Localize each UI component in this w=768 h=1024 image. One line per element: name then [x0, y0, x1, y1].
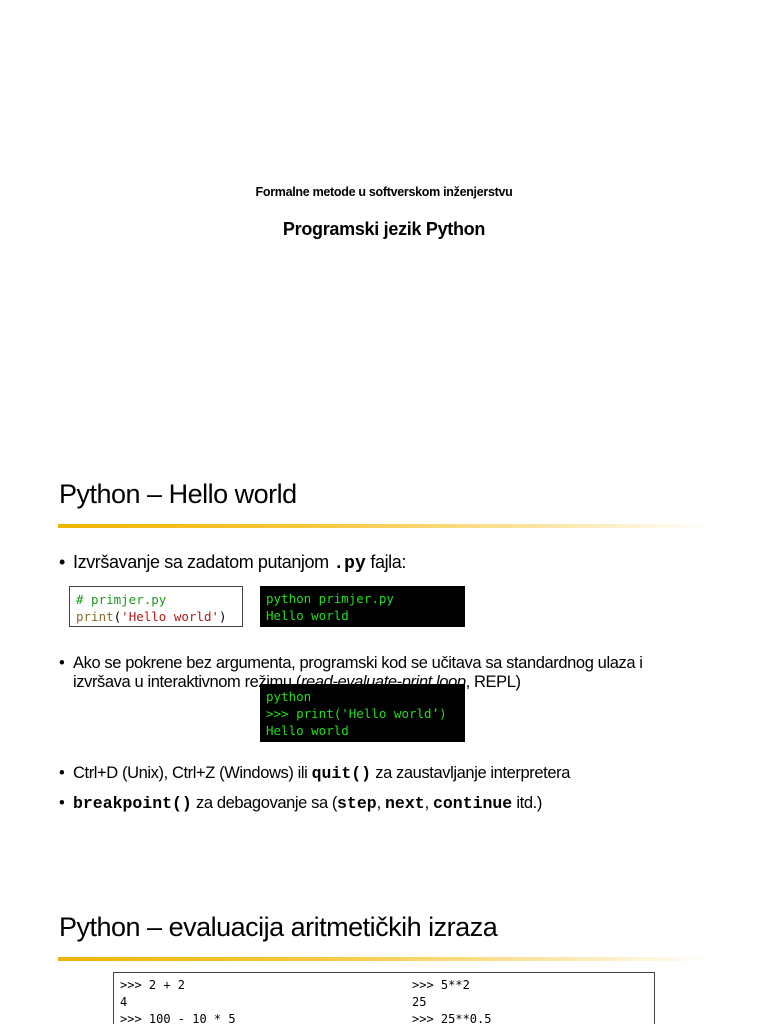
text: Izvršavanje sa zadatom putanjom	[73, 552, 334, 572]
code-string: 'Hello world'	[121, 609, 220, 624]
code-text: quit()	[311, 764, 372, 783]
terminal-repl: python >>> print('Hello world’) Hello wo…	[260, 684, 465, 742]
code-line: >>> 100 - 10 * 5	[120, 1012, 236, 1024]
code-line: 25	[412, 995, 427, 1009]
slides-page: Formalne metode u softverskom inženjerst…	[0, 0, 768, 1024]
code-text: continue	[433, 794, 513, 813]
code-text: .py	[333, 554, 366, 574]
terminal-line: >>> print('Hello world’)	[266, 706, 447, 721]
text: fajla:	[365, 552, 406, 572]
bullet-run-file: • Izvršavanje sa zadatom putanjom .py faj…	[59, 552, 406, 574]
right-column: >>> 5**2 25 >>> 25**0.5	[412, 977, 491, 1024]
course-subtitle: Formalne metode u softverskom inženjerst…	[255, 185, 513, 199]
presentation-title: Programski jezik Python	[282, 219, 486, 239]
text: za debagovanje sa (	[191, 794, 338, 812]
code-line: 4	[120, 995, 128, 1009]
terminal-line: Hello world	[266, 608, 349, 623]
code-paren: )	[219, 609, 227, 624]
arithmetic-examples-box: >>> 2 + 2 4 >>> 100 - 10 * 5 >>> 5**2 25…	[113, 972, 655, 1024]
text: Ctrl+D (Unix), Ctrl+Z (Windows) ili	[73, 764, 312, 782]
title-underline	[58, 957, 713, 961]
terminal-line: python primjer.py	[266, 591, 394, 606]
file-code-box: # primjer.py print('Hello world')	[69, 586, 243, 627]
code-text: breakpoint()	[73, 794, 192, 813]
code-line: print('Hello world')	[76, 608, 236, 625]
code-line: >>> 25**0.5	[412, 1012, 492, 1024]
terminal-line: Hello world	[266, 723, 349, 738]
text: ,	[376, 794, 386, 812]
code-text: step	[337, 794, 377, 813]
code-line: >>> 5**2	[412, 978, 470, 992]
code-line: >>> 2 + 2	[120, 978, 186, 992]
code-comment: # primjer.py	[76, 592, 167, 607]
code-fn: print	[76, 609, 114, 624]
text: ,	[424, 794, 433, 812]
terminal-run-file: python primjer.py Hello world	[260, 586, 465, 627]
terminal-line: python	[266, 689, 312, 704]
code-text: next	[385, 794, 425, 813]
slide-title-hello-world: Python – Hello world	[59, 479, 297, 509]
text: za zaustavljanje interpretera	[371, 764, 570, 782]
title-underline	[58, 524, 713, 528]
bullet-quit: • Ctrl+D (Unix), Ctrl+Z (Windows) ili qui…	[59, 764, 570, 783]
text: , REPL)	[465, 673, 521, 691]
text: Ako se pokrene bez argumenta, programski…	[73, 654, 643, 672]
text: itd.)	[512, 794, 542, 812]
bullet-breakpoint: • breakpoint() za debagovanje sa (step, n…	[59, 794, 542, 813]
slide-title-arithmetic: Python – evaluacija aritmetičkih izraza	[59, 912, 498, 942]
